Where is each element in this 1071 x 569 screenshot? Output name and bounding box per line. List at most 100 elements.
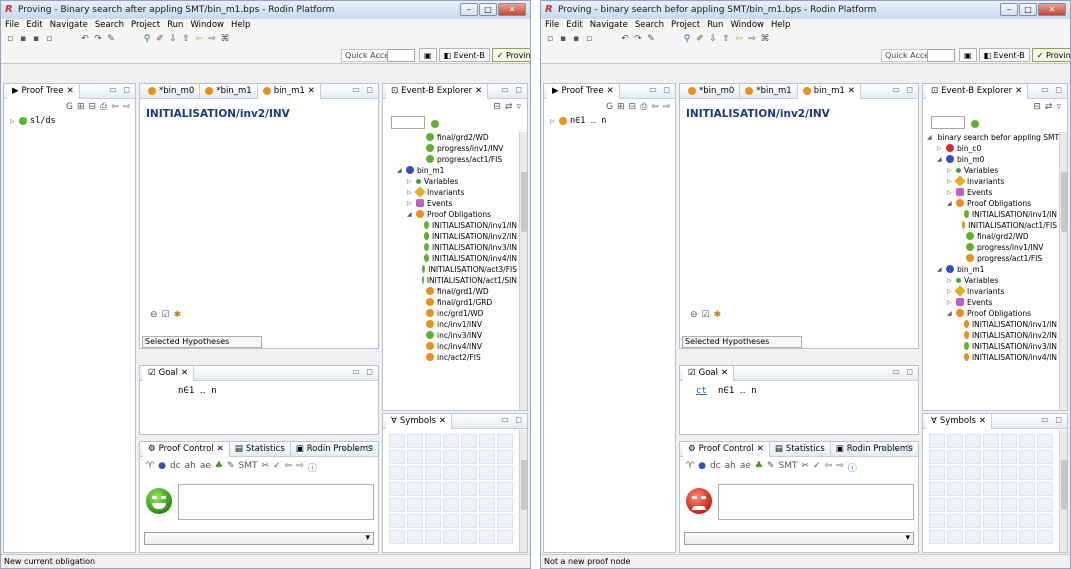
explorer-item[interactable]: progress/inv1/INV [383, 143, 517, 153]
symbol-cell[interactable] [443, 482, 459, 496]
symbol-cell[interactable] [425, 498, 441, 512]
explorer-item[interactable]: ◢ bin_m1 [383, 165, 517, 175]
symbol-cell[interactable] [407, 514, 423, 528]
symbol-cell[interactable] [425, 450, 441, 464]
view-min-max-icon[interactable]: ▭ ◻ [1041, 85, 1064, 94]
symbol-cell[interactable] [425, 434, 441, 448]
symbol-cell[interactable] [929, 530, 945, 544]
symbol-cell[interactable] [497, 514, 513, 528]
explorer-item[interactable]: inc/act2/FIS [383, 352, 517, 362]
expand-arrow-icon[interactable]: ◢ [947, 200, 953, 207]
symbol-cell[interactable] [389, 530, 405, 544]
prev-node-icon[interactable]: ⇦ [651, 102, 659, 112]
explorer-item[interactable]: ▷ Events [383, 198, 517, 208]
explorer-item[interactable]: ▷ Events [923, 297, 1057, 307]
undo-icon[interactable]: ↶ [620, 34, 630, 44]
new-icon[interactable]: ▫ [545, 34, 555, 44]
forward-icon[interactable]: ⇨ [296, 461, 304, 474]
symbol-cell[interactable] [497, 434, 513, 448]
back-icon[interactable]: ⇦ [825, 461, 833, 474]
explorer-filter-input[interactable] [391, 116, 425, 129]
expand-arrow-icon[interactable]: ◢ [937, 156, 943, 163]
symbol-cell[interactable] [983, 498, 999, 512]
symbol-cell[interactable] [407, 530, 423, 544]
symbol-cell[interactable] [947, 450, 963, 464]
symbol-cell[interactable] [1019, 450, 1035, 464]
symbol-cell[interactable] [461, 450, 477, 464]
explorer-item[interactable]: final/grd1/WD [383, 286, 517, 296]
symbol-cell[interactable] [1037, 514, 1053, 528]
close-icon[interactable]: ✕ [498, 3, 526, 16]
save-icon[interactable]: ▪ [18, 34, 28, 44]
explorer-item[interactable]: ◢ bin_m1 [923, 264, 1057, 274]
symbol-cell[interactable] [425, 530, 441, 544]
symbol-cell[interactable] [929, 482, 945, 496]
expand-arrow-icon[interactable]: ▷ [407, 178, 413, 185]
symbol-cell[interactable] [461, 514, 477, 528]
ae-icon[interactable]: ae [200, 461, 211, 474]
search-icon[interactable]: ⚲ [142, 34, 152, 44]
symbol-cell[interactable] [983, 450, 999, 464]
goal-filter-label[interactable]: G [606, 102, 613, 112]
symbol-cell[interactable] [1019, 498, 1035, 512]
symbol-cell[interactable] [407, 450, 423, 464]
collapse-all-icon[interactable]: ⊟ [493, 102, 501, 112]
symbol-cell[interactable] [965, 498, 981, 512]
view-menu-icon[interactable]: ▿ ▭ ◻ [342, 443, 375, 452]
explorer-item[interactable]: progress/act1/FIS [923, 253, 1057, 263]
dc-icon[interactable]: dc [170, 461, 181, 474]
symbol-cell[interactable] [965, 530, 981, 544]
open-perspective-icon[interactable]: ▣ [419, 48, 437, 62]
expand-icon[interactable]: ⊞ [77, 102, 85, 112]
quick-access-input[interactable] [927, 49, 955, 62]
symbol-cell[interactable] [1001, 514, 1017, 528]
menu-file[interactable]: File [545, 19, 559, 31]
expand-arrow-icon[interactable]: ◢ [947, 310, 953, 317]
menu-run[interactable]: Run [167, 19, 183, 31]
tab-proof-tree[interactable]: ▶ Proof Tree ✕ [547, 84, 620, 99]
menu-edit[interactable]: Edit [566, 19, 582, 31]
apply-hyp-icon[interactable]: ✱ [174, 310, 182, 320]
back-icon[interactable]: ⇦ [194, 34, 204, 44]
tab-symbols[interactable]: ∀ Symbols ✕ [926, 414, 993, 429]
filter-icon[interactable]: ⎙ [100, 102, 107, 112]
symbol-cell[interactable] [497, 530, 513, 544]
expand-arrow-icon[interactable]: ▷ [10, 118, 16, 125]
explorer-item[interactable]: ▷ Invariants [383, 186, 517, 198]
tab-symbols[interactable]: ∀ Symbols ✕ [386, 414, 453, 429]
apply-hyp-icon[interactable]: ✱ [714, 310, 722, 320]
ah-icon[interactable]: ah [185, 461, 196, 474]
collapse-all-icon[interactable]: ⊟ [1033, 102, 1041, 112]
symbol-cell[interactable] [983, 514, 999, 528]
perspective-proving[interactable]: ✓ Proving [491, 48, 530, 62]
symbol-cell[interactable] [443, 530, 459, 544]
explorer-item[interactable]: INITIALISATION/inv2/IN [383, 231, 517, 241]
prev-node-icon[interactable]: ⇦ [111, 102, 119, 112]
menu-run[interactable]: Run [707, 19, 723, 31]
expand-arrow-icon[interactable]: ▷ [407, 200, 413, 207]
tactic-icon[interactable]: ♈ [686, 461, 694, 474]
selected-hypotheses-header[interactable]: Selected Hypotheses [142, 336, 262, 348]
explorer-item[interactable]: INITIALISATION/act1/FIS [923, 220, 1057, 230]
symbol-cell[interactable] [407, 498, 423, 512]
explorer-item[interactable]: inc/grd1/WD [383, 308, 517, 318]
next-node-icon[interactable]: ⇨ [123, 102, 131, 112]
proof-history-combo[interactable] [144, 532, 374, 545]
tab-proof-tree[interactable]: ▶ Proof Tree ✕ [7, 84, 80, 99]
smt-icon[interactable]: SMT [779, 461, 798, 474]
expand-arrow-icon[interactable]: ▷ [937, 145, 943, 152]
symbol-cell[interactable] [443, 498, 459, 512]
symbol-cell[interactable] [929, 498, 945, 512]
symbol-cell[interactable] [1019, 530, 1035, 544]
expand-arrow-icon[interactable]: ▷ [947, 178, 953, 185]
proof-tree-root[interactable]: ▷ n∈1 ‥ n [550, 116, 606, 126]
symbol-cell[interactable] [1019, 434, 1035, 448]
prune-icon[interactable]: ✂ [262, 461, 270, 474]
menu-file[interactable]: File [5, 19, 19, 31]
p0-icon[interactable]: ● [158, 461, 166, 474]
close-icon[interactable]: ✕ [1038, 3, 1066, 16]
symbol-cell[interactable] [983, 530, 999, 544]
view-menu-icon[interactable]: ▿ [1056, 102, 1061, 112]
next-node-icon[interactable]: ⇨ [663, 102, 671, 112]
symbol-cell[interactable] [983, 466, 999, 480]
